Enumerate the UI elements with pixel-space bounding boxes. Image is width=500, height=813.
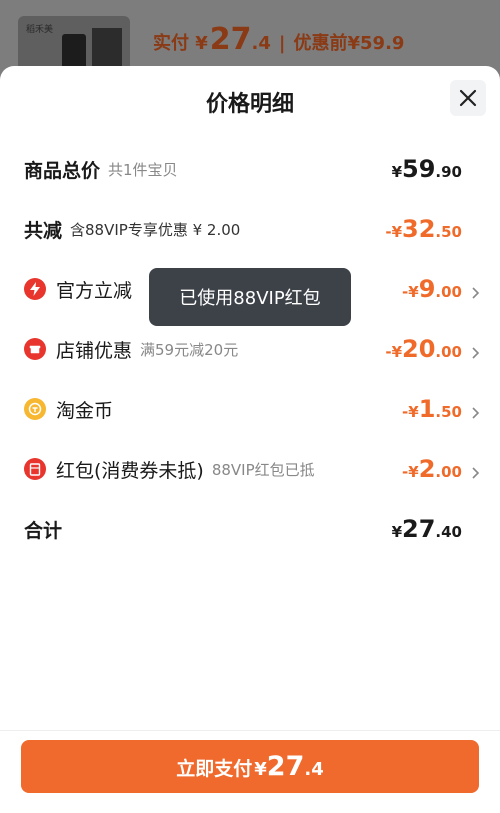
price-dec: .4: [251, 33, 271, 54]
pay-dec: .4: [304, 759, 324, 780]
price-detail-sheet: 价格明细 商品总价 共1件宝贝 ¥ 59 .90 共减 含88VIP专享优惠 ¥…: [0, 66, 500, 813]
row-sub: 共1件宝贝: [108, 160, 178, 179]
pay-int: 27: [266, 751, 305, 782]
amount-int: 27: [402, 515, 436, 543]
amount-int: 1: [418, 395, 436, 423]
amount-dec: .50: [435, 223, 462, 241]
vip-red-packet-tooltip: 已使用88VIP红包: [149, 268, 351, 326]
background-price: 实付 ¥ 27 .4 | 优惠前¥59.9: [153, 22, 404, 57]
row-label: 共减: [24, 219, 63, 242]
amount-int: 32: [402, 215, 436, 243]
amount-currency: ¥: [391, 163, 403, 181]
chevron-right-icon: [472, 287, 480, 299]
amount-dec: .90: [435, 163, 462, 181]
row-subtotal: 商品总价 共1件宝贝 ¥ 59 .90: [24, 149, 462, 189]
row-label: 官方立减: [56, 279, 133, 302]
chevron-right-icon: [472, 467, 480, 479]
row-label: 合计: [24, 519, 63, 542]
close-icon: [459, 89, 477, 107]
row-total-discount: 共减 含88VIP专享优惠 ¥ 2.00 -¥ 32 .50: [24, 209, 462, 249]
coin-icon: [24, 398, 46, 420]
row-red-packet[interactable]: 红包(消费券未抵) 88VIP红包已抵 -¥ 2 .00: [24, 449, 480, 489]
red-packet-icon: [24, 458, 46, 480]
amount-dec: .40: [435, 523, 462, 541]
price-prefix: 实付 ¥: [153, 33, 208, 54]
row-shop-discount[interactable]: 店铺优惠 满59元减20元 -¥ 20 .00: [24, 329, 480, 369]
row-amount: ¥ 59 .90: [392, 155, 462, 183]
lightning-icon: [24, 278, 46, 300]
row-amount: -¥ 2 .00: [402, 455, 480, 483]
amount-currency: -¥: [385, 223, 403, 241]
pay-now-button[interactable]: 立即支付 ¥ 27 .4: [21, 740, 479, 793]
amount-dec: .00: [435, 463, 462, 481]
shop-icon: [24, 338, 46, 360]
row-sub: 含88VIP专享优惠 ¥ 2.00: [70, 220, 241, 239]
amount-dec: .50: [435, 403, 462, 421]
amount-int: 2: [418, 455, 436, 483]
amount-dec: .00: [435, 283, 462, 301]
thumbnail-brand: 稻禾美: [26, 25, 54, 35]
row-amount: -¥ 1 .50: [402, 395, 480, 423]
row-label: 店铺优惠: [56, 339, 133, 362]
amount-int: 20: [402, 335, 436, 363]
row-sub: 满59元减20元: [140, 340, 239, 359]
pay-label: 立即支付: [176, 758, 253, 780]
price-int: 27: [209, 22, 252, 57]
amount-currency: -¥: [402, 403, 419, 421]
amount-int: 59: [402, 155, 436, 183]
row-label: 商品总价: [24, 159, 101, 182]
amount-int: 9: [418, 275, 436, 303]
chevron-right-icon: [472, 347, 480, 359]
footer-divider: [0, 730, 500, 731]
sheet-title: 价格明细: [205, 92, 294, 117]
amount-dec: .00: [435, 343, 462, 361]
row-label: 淘金币: [56, 399, 114, 422]
chevron-right-icon: [472, 407, 480, 419]
amount-currency: -¥: [402, 463, 419, 481]
row-taojinbi[interactable]: 淘金币 -¥ 1 .50: [24, 389, 480, 429]
row-amount: -¥ 9 .00: [402, 275, 480, 303]
row-amount: -¥ 32 .50: [385, 215, 462, 243]
pay-currency: ¥: [254, 759, 267, 780]
row-total: 合计 ¥ 27 .40: [24, 509, 462, 549]
price-separator: |: [278, 33, 286, 54]
row-amount: ¥ 27 .40: [392, 515, 462, 543]
row-amount: -¥ 20 .00: [385, 335, 480, 363]
row-label: 红包(消费券未抵): [56, 459, 204, 482]
close-button[interactable]: [450, 80, 486, 116]
amount-currency: ¥: [391, 523, 403, 541]
amount-currency: -¥: [385, 343, 403, 361]
row-sub: 88VIP红包已抵: [211, 460, 315, 479]
amount-currency: -¥: [402, 283, 419, 301]
original-price: 优惠前¥59.9: [293, 33, 405, 54]
